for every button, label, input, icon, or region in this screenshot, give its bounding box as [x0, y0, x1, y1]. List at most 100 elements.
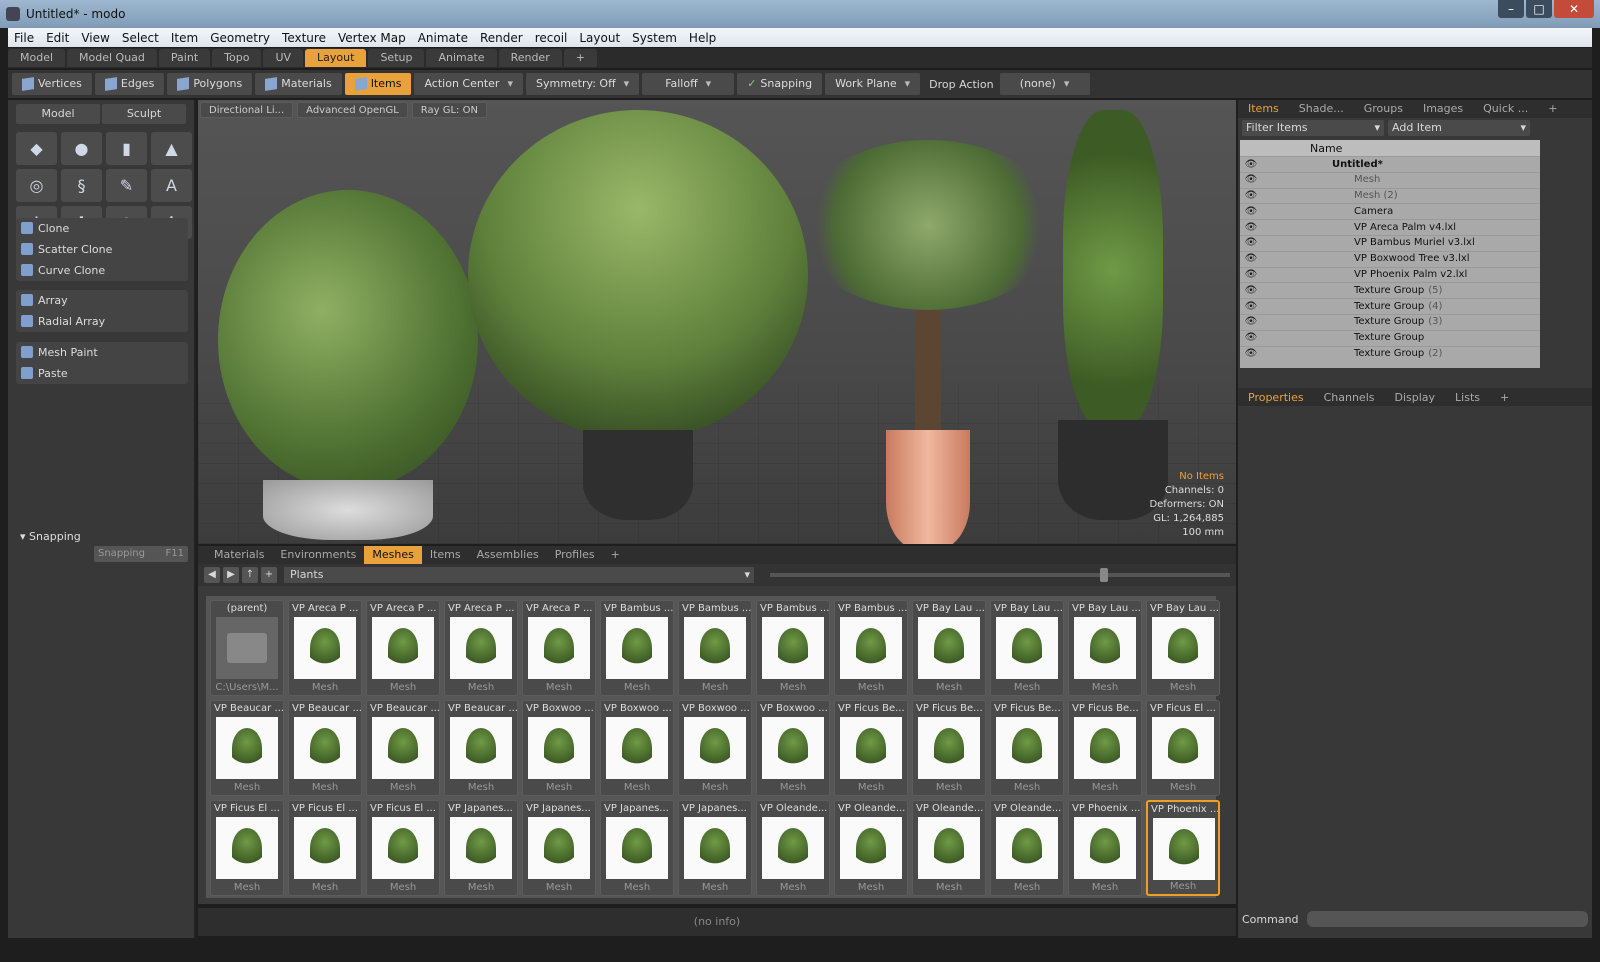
tool-icon-0[interactable]: ◆: [16, 132, 57, 165]
menu-item-animate[interactable]: Animate: [412, 31, 474, 45]
preset-cell[interactable]: VP Bambus ... Mesh: [678, 600, 752, 696]
add-item-dropdown[interactable]: Add Item: [1388, 120, 1530, 136]
polygons-button[interactable]: Polygons: [167, 73, 253, 95]
menu-item-texture[interactable]: Texture: [276, 31, 332, 45]
close-button[interactable]: ✕: [1554, 0, 1594, 18]
visibility-eye-icon[interactable]: 👁: [1240, 188, 1262, 204]
layout-tab-0[interactable]: Model: [8, 49, 66, 67]
preset-cell[interactable]: VP Boxwoo ... Mesh: [522, 700, 596, 796]
visibility-eye-icon[interactable]: 👁: [1240, 204, 1262, 220]
menu-item-render[interactable]: Render: [474, 31, 529, 45]
tree-row[interactable]: 👁 VP Bambus Muriel v3.lxl: [1240, 234, 1540, 251]
preset-tab-assemblies[interactable]: Assemblies: [469, 546, 547, 564]
layout-tab-9[interactable]: +: [563, 49, 597, 67]
preset-cell[interactable]: VP Japanes... Mesh: [444, 800, 518, 896]
right-tab-2[interactable]: Groups: [1354, 100, 1413, 118]
snapping-section-header[interactable]: ▾ Snapping: [16, 528, 188, 546]
preset-cell[interactable]: VP Ficus El ... Mesh: [288, 800, 362, 896]
tool-clone-button[interactable]: Clone: [16, 218, 188, 239]
preset-cell[interactable]: VP Oleande... Mesh: [990, 800, 1064, 896]
visibility-eye-icon[interactable]: 👁: [1240, 299, 1262, 315]
preset-cell[interactable]: VP Beaucar ... Mesh: [210, 700, 284, 796]
viewport-option-button[interactable]: Directional Li...: [200, 102, 294, 118]
preset-tab-+[interactable]: +: [603, 546, 628, 564]
tool-icon-2[interactable]: ▮: [106, 132, 147, 165]
preset-cell[interactable]: VP Phoenix ... Mesh: [1146, 800, 1220, 896]
tree-row[interactable]: 👁 Texture Group (2): [1240, 345, 1540, 362]
sculpt-mode-tab[interactable]: Sculpt: [102, 104, 186, 124]
preset-cell[interactable]: VP Areca P ... Mesh: [288, 600, 362, 696]
preset-cell[interactable]: VP Beaucar ... Mesh: [288, 700, 362, 796]
layout-tab-7[interactable]: Animate: [426, 49, 497, 67]
right-tab-0[interactable]: Items: [1238, 100, 1289, 118]
phoenix-palm-model[interactable]: [798, 140, 1058, 544]
preset-cell[interactable]: VP Phoenix ... Mesh: [1068, 800, 1142, 896]
menu-item-layout[interactable]: Layout: [573, 31, 626, 45]
tree-row[interactable]: 👁 Mesh: [1240, 171, 1540, 188]
tool-mesh-paint-button[interactable]: Mesh Paint: [16, 342, 188, 363]
layout-tab-6[interactable]: Setup: [368, 49, 425, 67]
drop-action-dropdown[interactable]: (none): [999, 73, 1090, 95]
slider-handle[interactable]: [1100, 568, 1108, 582]
work-plane-dropdown[interactable]: Work Plane: [825, 73, 921, 95]
preset-cell[interactable]: VP Boxwoo ... Mesh: [678, 700, 752, 796]
tool-icon-4[interactable]: ◎: [16, 169, 57, 202]
tool-icon-5[interactable]: §: [61, 169, 102, 202]
preset-cell[interactable]: VP Oleande... Mesh: [756, 800, 830, 896]
visibility-eye-icon[interactable]: 👁: [1240, 330, 1262, 346]
tool-icon-3[interactable]: ▲: [151, 132, 192, 165]
maximize-button[interactable]: □: [1526, 0, 1552, 18]
preset-cell[interactable]: VP Bambus ... Mesh: [600, 600, 674, 696]
preset-cell[interactable]: VP Bay Lau ... Mesh: [990, 600, 1064, 696]
layout-tab-8[interactable]: Render: [498, 49, 562, 67]
visibility-eye-icon[interactable]: 👁: [1240, 235, 1262, 251]
tree-row[interactable]: 👁 Texture Group (4): [1240, 298, 1540, 314]
minimize-button[interactable]: –: [1498, 0, 1524, 18]
preset-cell[interactable]: VP Bambus ... Mesh: [834, 600, 908, 696]
falloff-dropdown[interactable]: Falloff: [642, 73, 735, 95]
preset-tab-meshes[interactable]: Meshes: [364, 546, 422, 564]
menu-item-view[interactable]: View: [75, 31, 115, 45]
menu-item-help[interactable]: Help: [683, 31, 722, 45]
layout-tab-2[interactable]: Paint: [158, 49, 211, 67]
menu-item-item[interactable]: Item: [165, 31, 204, 45]
visibility-eye-icon[interactable]: 👁: [1240, 172, 1262, 188]
preset-cell[interactable]: VP Beaucar ... Mesh: [366, 700, 440, 796]
menu-item-system[interactable]: System: [626, 31, 683, 45]
materials-button[interactable]: Materials: [255, 73, 342, 95]
visibility-eye-icon[interactable]: 👁: [1240, 314, 1262, 330]
preset-cell[interactable]: VP Ficus Be... Mesh: [1068, 700, 1142, 796]
preset-tab-environments[interactable]: Environments: [272, 546, 364, 564]
tool-icon-1[interactable]: ●: [61, 132, 102, 165]
command-input[interactable]: [1306, 911, 1588, 927]
vertices-button[interactable]: Vertices: [12, 73, 92, 95]
preset-cell[interactable]: VP Areca P ... Mesh: [444, 600, 518, 696]
preset-tab-profiles[interactable]: Profiles: [547, 546, 603, 564]
properties-tab-2[interactable]: Display: [1385, 391, 1446, 404]
areca-palm-model[interactable]: [468, 110, 808, 520]
preset-cell[interactable]: VP Boxwoo ... Mesh: [600, 700, 674, 796]
bamboo-plant-model[interactable]: [218, 190, 478, 540]
boxwood-spiral-model[interactable]: [1058, 110, 1168, 520]
visibility-eye-icon[interactable]: 👁: [1240, 346, 1262, 362]
visibility-eye-icon[interactable]: 👁: [1240, 157, 1262, 173]
tool-scatter-clone-button[interactable]: Scatter Clone: [16, 239, 188, 260]
preset-tab-materials[interactable]: Materials: [206, 546, 272, 564]
preset-cell[interactable]: VP Ficus Be... Mesh: [912, 700, 986, 796]
menu-item-edit[interactable]: Edit: [40, 31, 75, 45]
properties-tab-4[interactable]: +: [1490, 391, 1519, 404]
items-button[interactable]: Items: [344, 73, 412, 95]
tool-array-button[interactable]: Array: [16, 290, 188, 311]
menu-item-select[interactable]: Select: [116, 31, 165, 45]
layout-tab-4[interactable]: UV: [263, 49, 304, 67]
tool-paste-button[interactable]: Paste: [16, 363, 188, 384]
tool-radial-array-button[interactable]: Radial Array: [16, 311, 188, 332]
tree-row[interactable]: 👁 VP Phoenix Palm v2.lxl: [1240, 266, 1540, 283]
right-tab-1[interactable]: Shade...: [1289, 100, 1354, 118]
menu-item-recoil[interactable]: recoil: [529, 31, 574, 45]
forward-icon[interactable]: ▶: [223, 567, 239, 583]
back-icon[interactable]: ◀: [204, 567, 220, 583]
right-tab-3[interactable]: Images: [1413, 100, 1473, 118]
preset-cell[interactable]: VP Ficus El ... Mesh: [1146, 700, 1220, 796]
preset-cell[interactable]: VP Oleande... Mesh: [912, 800, 986, 896]
